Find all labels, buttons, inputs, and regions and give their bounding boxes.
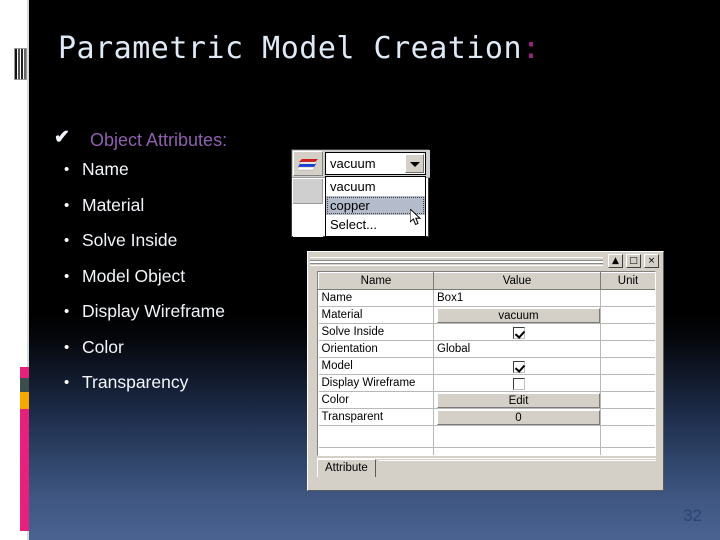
page-number: 32 xyxy=(683,506,702,525)
row-name: Solve Inside xyxy=(318,323,434,341)
bullet-icon: • xyxy=(64,161,70,178)
empty-cell xyxy=(318,425,434,448)
material-value-button[interactable]: vacuum xyxy=(437,307,600,323)
table-header-row: Name Value Unit xyxy=(318,272,655,290)
table-row[interactable]: Display Wireframe xyxy=(318,374,655,392)
row-name: Name xyxy=(318,289,434,307)
bullet-icon: • xyxy=(64,196,70,214)
row-unit xyxy=(600,289,655,307)
row-value-cell[interactable] xyxy=(433,323,601,341)
material-dropdown-list[interactable]: vacuum copper Select... xyxy=(325,176,426,237)
page-title: Parametric Model Creation: xyxy=(58,31,541,66)
row-unit xyxy=(600,408,655,426)
chevron-down-icon[interactable] xyxy=(405,154,424,173)
row-unit xyxy=(600,323,655,341)
model-checkbox[interactable] xyxy=(512,361,525,373)
table-row[interactable]: Material vacuum xyxy=(318,306,655,324)
material-combobox[interactable]: vacuum xyxy=(325,152,426,175)
row-value-cell[interactable]: 0 xyxy=(433,408,601,426)
dropdown-option-select[interactable]: Select... xyxy=(326,215,425,234)
list-item-label: Display Wireframe xyxy=(82,301,225,321)
dropdown-option-copper[interactable]: copper xyxy=(326,196,425,215)
empty-cell xyxy=(433,425,601,448)
band-chip-dark xyxy=(20,378,29,392)
close-button[interactable]: × xyxy=(644,254,659,268)
properties-dialog: ▲ □ × Name Value Unit Name Box1 Material… xyxy=(307,251,664,491)
barcode-stripes-icon xyxy=(14,48,27,80)
empty-cell xyxy=(433,447,601,455)
row-value-cell[interactable]: Edit xyxy=(433,391,601,409)
column-header-value[interactable]: Value xyxy=(433,272,601,290)
row-value-text[interactable]: Global xyxy=(433,340,601,358)
panel-blank-cell xyxy=(293,205,323,237)
bullet-icon: • xyxy=(64,232,70,249)
row-unit xyxy=(600,357,655,375)
bullet-icon: • xyxy=(64,338,70,356)
dialog-tab-strip: Attribute xyxy=(317,458,656,477)
display-wireframe-checkbox[interactable] xyxy=(512,378,525,390)
bullet-icon: • xyxy=(64,267,70,285)
dropdown-option-vacuum[interactable]: vacuum xyxy=(326,177,425,196)
column-header-name[interactable]: Name xyxy=(318,272,434,290)
material-dropdown-panel: vacuum vacuum copper Select... xyxy=(291,149,430,237)
row-unit xyxy=(600,306,655,324)
bullet-icon: • xyxy=(64,374,70,391)
checkmark-icon: ✔ xyxy=(54,127,70,148)
solve-inside-checkbox[interactable] xyxy=(512,327,525,339)
outline-heading: ✔ Object Attributes: xyxy=(52,127,352,151)
color-edit-button[interactable]: Edit xyxy=(437,392,600,408)
row-name: Model xyxy=(318,357,434,375)
row-unit xyxy=(600,374,655,392)
list-item-label: Solve Inside xyxy=(82,230,178,250)
transparent-value-button[interactable]: 0 xyxy=(437,409,600,425)
panel-side-cell xyxy=(293,179,323,204)
material-combobox-value: vacuum xyxy=(330,156,376,171)
row-unit xyxy=(600,391,655,409)
dialog-title-bar[interactable]: ▲ □ × xyxy=(310,254,663,269)
bullet-icon: • xyxy=(64,303,70,320)
empty-cell xyxy=(318,447,434,455)
list-item-label: Model Object xyxy=(82,265,186,286)
dialog-drag-grip[interactable] xyxy=(310,257,603,266)
minimize-button[interactable]: ▲ xyxy=(608,254,623,268)
tab-attribute[interactable]: Attribute xyxy=(317,459,376,477)
list-item-label: Material xyxy=(82,194,145,215)
material-icon-cell[interactable] xyxy=(293,151,323,176)
row-name: Transparent xyxy=(318,408,434,426)
band-chip-pink-top xyxy=(20,367,29,378)
row-unit xyxy=(600,340,655,358)
table-row[interactable]: Name Box1 xyxy=(318,289,655,307)
empty-cell xyxy=(600,425,655,448)
row-name: Color xyxy=(318,391,434,409)
page-title-text: Parametric Model Creation xyxy=(58,31,523,66)
list-item-label: Name xyxy=(82,159,129,179)
table-row[interactable]: Orientation Global xyxy=(318,340,655,358)
row-value-cell[interactable]: vacuum xyxy=(433,306,601,324)
row-name: Material xyxy=(318,306,434,324)
presentation-slide: Parametric Model Creation: ✔ Object Attr… xyxy=(0,0,720,540)
table-row[interactable]: Solve Inside xyxy=(318,323,655,341)
row-name: Display Wireframe xyxy=(318,374,434,392)
row-value-text[interactable]: Box1 xyxy=(433,289,601,307)
maximize-button[interactable]: □ xyxy=(626,254,641,268)
list-item-label: Transparency xyxy=(82,372,189,392)
table-empty-row xyxy=(318,447,655,455)
column-header-unit[interactable]: Unit xyxy=(600,272,655,290)
row-name: Orientation xyxy=(318,340,434,358)
properties-grid: Name Value Unit Name Box1 Material vacuu… xyxy=(317,271,656,456)
material-stack-icon xyxy=(298,159,318,171)
tab-strip-filler xyxy=(379,460,656,477)
band-chip-pink-long xyxy=(20,409,29,531)
table-row[interactable]: Transparent 0 xyxy=(318,408,655,426)
row-value-cell[interactable] xyxy=(433,374,601,392)
table-row[interactable]: Color Edit xyxy=(318,391,655,409)
page-title-colon: : xyxy=(522,31,541,66)
row-value-cell[interactable] xyxy=(433,357,601,375)
table-empty-row xyxy=(318,425,655,448)
band-chip-orange xyxy=(20,392,29,409)
outline-heading-label: Object Attributes: xyxy=(90,130,228,150)
list-item-label: Color xyxy=(82,336,124,357)
table-row[interactable]: Model xyxy=(318,357,655,375)
empty-cell xyxy=(600,447,655,455)
